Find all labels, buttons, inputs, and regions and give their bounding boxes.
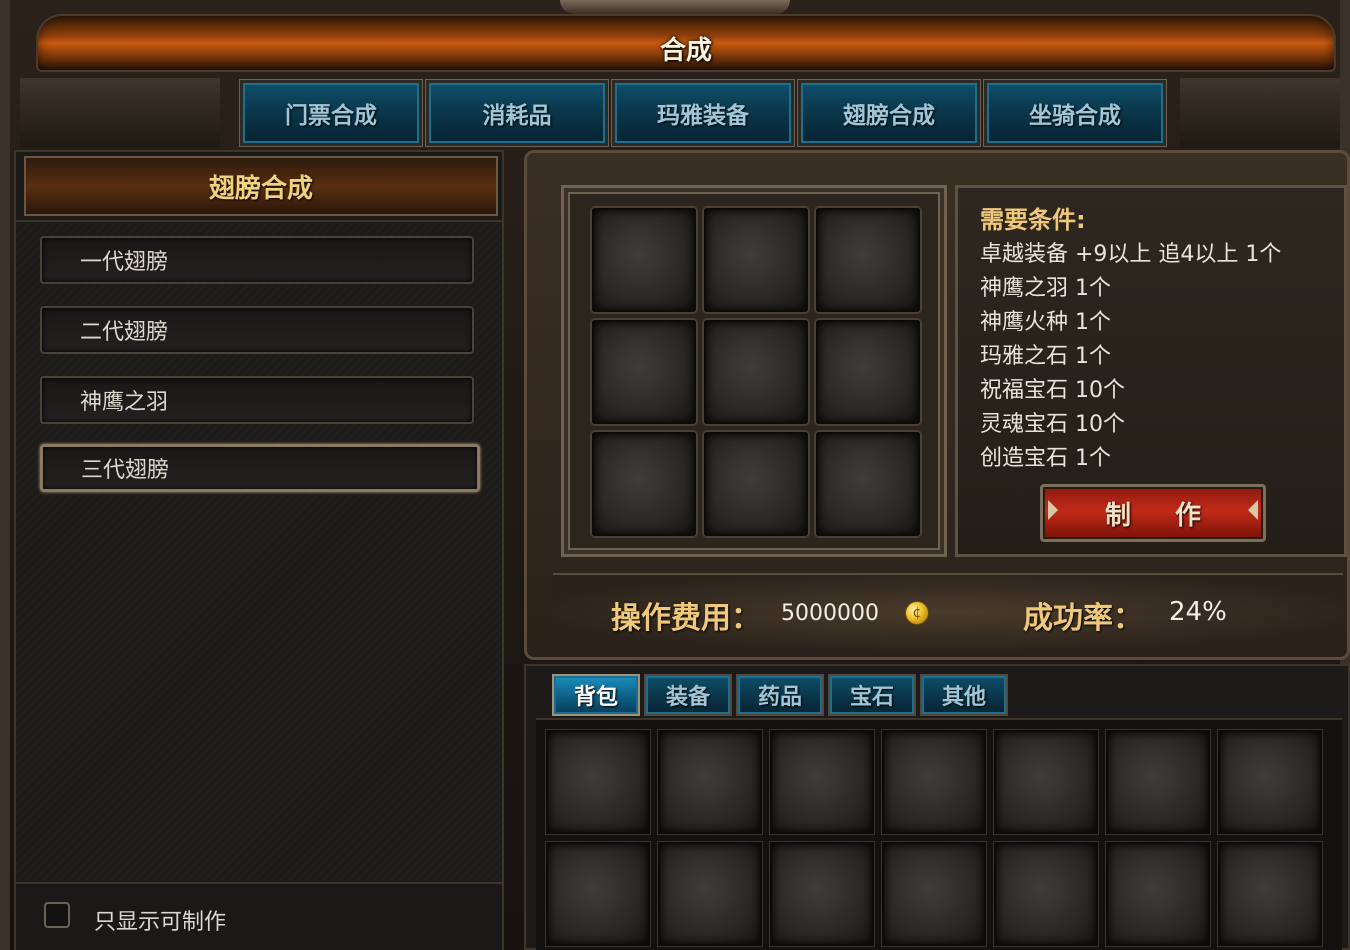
inventory-grid — [536, 718, 1342, 950]
inventory-slot[interactable] — [994, 730, 1098, 834]
recipe-item-eagle-feather[interactable]: 神鹰之羽 — [40, 376, 474, 424]
right-wing-ornament — [1180, 78, 1340, 148]
material-slot[interactable] — [592, 320, 696, 424]
success-rate-value: 24% — [1169, 597, 1227, 627]
material-grid — [561, 185, 947, 557]
tab-potions[interactable]: 药品 — [736, 674, 824, 716]
material-slot[interactable] — [704, 432, 808, 536]
tab-maya-equipment[interactable]: 玛雅装备 — [611, 79, 795, 147]
material-slot[interactable] — [704, 320, 808, 424]
requirement-line: 创造宝石 1个 — [980, 446, 1111, 471]
craftable-only-label: 只显示可制作 — [94, 910, 227, 935]
material-slot[interactable] — [816, 208, 920, 312]
requirement-line: 卓越装备 +9以上 追4以上 1个 — [980, 242, 1282, 267]
craftable-only-checkbox[interactable] — [44, 902, 70, 928]
arrow-right-icon — [1048, 500, 1058, 520]
requirement-line: 灵魂宝石 10个 — [980, 412, 1125, 437]
tab-equipment[interactable]: 装备 — [644, 674, 732, 716]
top-ornament — [560, 0, 790, 14]
recipe-item-second-gen-wings[interactable]: 二代翅膀 — [40, 306, 474, 354]
filter-footer: 只显示可制作 — [16, 882, 502, 950]
inventory-tabs: 背包 装备 药品 宝石 其他 — [552, 674, 1008, 716]
inventory-panel: 背包 装备 药品 宝石 其他 — [524, 664, 1350, 950]
inventory-slot[interactable] — [1218, 730, 1322, 834]
title-bar: 合成 — [36, 14, 1336, 72]
inventory-slot[interactable] — [658, 730, 762, 834]
success-rate-label: 成功率： — [1023, 601, 1143, 636]
recipe-item-third-gen-wings[interactable]: 三代翅膀 — [40, 444, 480, 492]
cost-value: 5000000 — [781, 601, 879, 626]
requirement-line: 玛雅之石 1个 — [980, 344, 1111, 369]
synthesis-panel: 需要条件: 卓越装备 +9以上 追4以上 1个 神鹰之羽 1个 神鹰火种 1个 … — [524, 150, 1350, 660]
material-slot[interactable] — [592, 208, 696, 312]
left-wing-ornament — [20, 78, 220, 148]
recipe-list-header: 翅膀合成 — [24, 156, 498, 216]
inventory-slot[interactable] — [882, 730, 986, 834]
cost-bar: 操作费用： 5000000 ¢ 成功率： 24% — [553, 573, 1343, 649]
tab-wing-synthesis[interactable]: 翅膀合成 — [797, 79, 981, 147]
requirement-line: 神鹰火种 1个 — [980, 310, 1111, 335]
tab-consumables[interactable]: 消耗品 — [425, 79, 609, 147]
gold-coin-icon: ¢ — [905, 601, 929, 625]
inventory-slot[interactable] — [1106, 842, 1210, 946]
recipe-list: 一代翅膀 二代翅膀 神鹰之羽 三代翅膀 — [16, 220, 502, 880]
inventory-slot[interactable] — [994, 842, 1098, 946]
requirements-box: 需要条件: 卓越装备 +9以上 追4以上 1个 神鹰之羽 1个 神鹰火种 1个 … — [955, 185, 1347, 557]
tab-ticket-synthesis[interactable]: 门票合成 — [239, 79, 423, 147]
inventory-slot[interactable] — [546, 730, 650, 834]
material-slot[interactable] — [816, 320, 920, 424]
inventory-slot[interactable] — [770, 730, 874, 834]
recipe-list-panel: 翅膀合成 一代翅膀 二代翅膀 神鹰之羽 三代翅膀 只显示可制作 — [14, 150, 504, 950]
requirement-line: 祝福宝石 10个 — [980, 378, 1125, 403]
inventory-slot[interactable] — [1106, 730, 1210, 834]
window-title: 合成 — [659, 36, 712, 66]
recipe-item-first-gen-wings[interactable]: 一代翅膀 — [40, 236, 474, 284]
arrow-left-icon — [1248, 500, 1258, 520]
inventory-slot[interactable] — [1218, 842, 1322, 946]
requirement-line: 神鹰之羽 1个 — [980, 276, 1111, 301]
tab-other[interactable]: 其他 — [920, 674, 1008, 716]
tab-gems[interactable]: 宝石 — [828, 674, 916, 716]
category-tabs: 门票合成 消耗品 玛雅装备 翅膀合成 坐骑合成 — [239, 79, 1180, 147]
inventory-slot[interactable] — [882, 842, 986, 946]
requirements-title: 需要条件: — [980, 206, 1086, 234]
material-slot[interactable] — [704, 208, 808, 312]
tab-backpack[interactable]: 背包 — [552, 674, 640, 716]
tab-mount-synthesis[interactable]: 坐骑合成 — [983, 79, 1167, 147]
inventory-slot[interactable] — [546, 842, 650, 946]
material-slot[interactable] — [592, 432, 696, 536]
material-slot[interactable] — [816, 432, 920, 536]
inventory-slot[interactable] — [658, 842, 762, 946]
inventory-slot[interactable] — [770, 842, 874, 946]
cost-label: 操作费用： — [611, 601, 761, 636]
make-button[interactable]: 制作 — [1040, 484, 1266, 542]
